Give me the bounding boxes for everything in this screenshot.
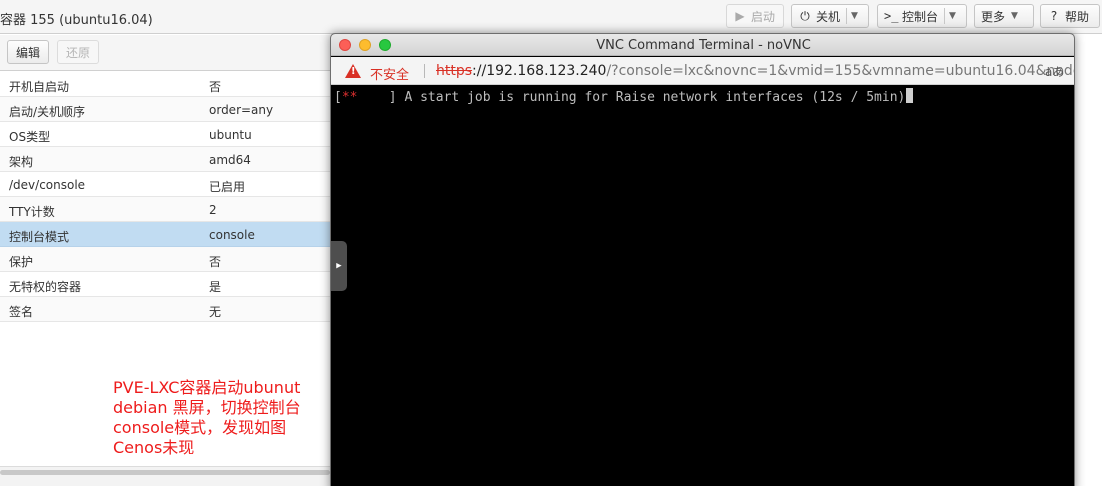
option-key: 保护 (9, 255, 34, 269)
chevron-down-icon[interactable]: ▼ (949, 11, 956, 21)
translate-icon[interactable]: aあ (1045, 63, 1064, 80)
window-title: VNC Command Terminal - noVNC (596, 38, 811, 53)
annotation-line: PVE-LXC容器启动ubunut (113, 378, 301, 397)
option-key: /dev/console (9, 178, 86, 192)
address-bar[interactable]: ! 不安全 https://192.168.123.240/?console=l… (331, 57, 1075, 85)
more-label: 更多 (981, 9, 1006, 24)
shutdown-button[interactable]: ⏻ 关机 ▼ (791, 4, 869, 28)
background-panel (1075, 34, 1102, 486)
grid-row[interactable]: 无特权的容器 是 (0, 272, 330, 297)
split-divider (944, 8, 946, 24)
option-value: 无 (209, 305, 222, 319)
page-title: 容器 155 (ubuntu16.04) (0, 13, 153, 28)
terminal-bracket: [ (334, 90, 342, 105)
option-key: 启动/关机顺序 (9, 105, 86, 119)
terminal-icon: >_ (884, 9, 899, 23)
grid-row[interactable]: /dev/console 已启用 (0, 172, 330, 197)
terminal-line: [** ] A start job is running for Raise n… (334, 88, 914, 105)
start-label: 启动 (751, 9, 776, 24)
terminal-cursor (906, 88, 914, 103)
option-value: 否 (209, 255, 222, 269)
option-value: 否 (209, 80, 222, 94)
url-path: /?console=lxc&novnc=1&vmid=155&vmname=ub… (606, 63, 1075, 79)
annotation-line: Cenos未现 (113, 438, 195, 457)
edit-button[interactable]: 编辑 (7, 40, 50, 64)
option-value: 2 (209, 203, 217, 217)
window-titlebar[interactable]: VNC Command Terminal - noVNC (331, 34, 1074, 56)
option-value: 已启用 (209, 180, 246, 194)
vnc-window[interactable]: VNC Command Terminal - noVNC ! 不安全 https… (330, 33, 1075, 486)
grid-row[interactable]: 开机自启动 否 (0, 72, 330, 97)
warning-icon[interactable]: ! (345, 64, 361, 78)
grid-row[interactable]: 保护 否 (0, 247, 330, 272)
option-key: OS类型 (9, 130, 51, 144)
option-value: ubuntu (209, 128, 252, 142)
split-divider (846, 8, 848, 24)
power-icon: ⏻ (800, 8, 810, 23)
annotation-line: console模式，发现如图 (113, 418, 287, 437)
start-button[interactable]: ▶ 启动 (726, 4, 784, 28)
help-label: 帮助 (1065, 9, 1090, 24)
option-value: amd64 (209, 153, 251, 167)
terminal-screen[interactable]: [** ] A start job is running for Raise n… (331, 86, 1074, 486)
grid-row[interactable]: TTY计数 2 (0, 197, 330, 222)
url-host: ://192.168.123.240 (472, 63, 607, 79)
grid-row[interactable]: 架构 amd64 (0, 147, 330, 172)
option-key: 开机自启动 (9, 80, 70, 94)
url-scheme: https (436, 63, 473, 79)
options-toolbar: 编辑 还原 (0, 35, 330, 71)
grid-row[interactable]: 签名 无 (0, 297, 330, 322)
url-text[interactable]: https://192.168.123.240/?console=lxc&nov… (436, 63, 1075, 79)
console-label: 控制台 (902, 9, 939, 24)
grid-row[interactable]: OS类型 ubuntu (0, 122, 330, 147)
annotation-line: debian 黑屏，切换控制台 (113, 398, 301, 417)
security-label[interactable]: 不安全 (370, 64, 409, 83)
play-icon: ▶ (735, 9, 745, 23)
grid-row[interactable]: 启动/关机顺序 order=any (0, 97, 330, 122)
console-button[interactable]: >_ 控制台 ▼ (877, 4, 967, 28)
help-button[interactable]: ? 帮助 (1040, 4, 1100, 28)
grid-row-selected[interactable]: 控制台模式 console (0, 222, 330, 247)
terminal-text: ] A start job is running for Raise netwo… (357, 90, 906, 105)
option-value: 是 (209, 280, 222, 294)
revert-button[interactable]: 还原 (57, 40, 100, 64)
novnc-control-bar-handle[interactable]: ▶ (331, 241, 347, 291)
url-divider (424, 64, 425, 78)
options-grid: 开机自启动 否 启动/关机顺序 order=any OS类型 ubuntu 架构… (0, 72, 330, 322)
scrollbar-thumb[interactable] (0, 470, 330, 475)
option-value: order=any (209, 103, 274, 117)
chevron-down-icon: ▼ (1011, 11, 1018, 21)
annotation-text: PVE-LXC容器启动ubunut debian 黑屏，切换控制台 consol… (113, 378, 333, 458)
chevron-down-icon[interactable]: ▼ (851, 11, 858, 21)
horizontal-scrollbar[interactable] (0, 466, 330, 486)
terminal-progress-stars: ** (341, 90, 358, 105)
chevron-right-icon: ▶ (336, 261, 342, 271)
content-header: 容器 155 (ubuntu16.04) ▶ 启动 ⏻ 关机 ▼ >_ 控制台 … (0, 0, 1102, 34)
option-value: console (209, 228, 255, 242)
option-key: 无特权的容器 (9, 280, 82, 294)
help-icon: ? (1050, 9, 1058, 23)
option-key: 控制台模式 (9, 230, 70, 244)
shutdown-label: 关机 (816, 9, 841, 24)
more-button[interactable]: 更多 ▼ (974, 4, 1034, 28)
option-key: TTY计数 (9, 205, 55, 219)
option-key: 架构 (9, 155, 34, 169)
option-key: 签名 (9, 305, 34, 319)
